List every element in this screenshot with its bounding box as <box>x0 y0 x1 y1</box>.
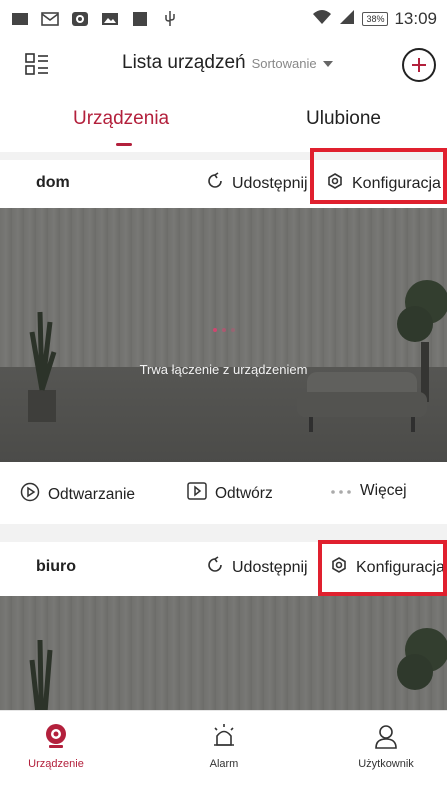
preview-overlay <box>0 596 447 710</box>
more-button[interactable]: Więcej <box>330 482 407 500</box>
page-title: Lista urządzeń <box>122 52 246 73</box>
share-icon <box>206 556 224 579</box>
share-button[interactable]: Udostępnij <box>206 556 308 579</box>
device-name: dom <box>36 174 70 191</box>
loading-indicator <box>212 328 235 332</box>
play-square-icon <box>187 482 207 505</box>
header: Lista urządzeń Sortowanie <box>0 42 447 86</box>
loading-dot <box>212 328 217 332</box>
user-icon <box>374 723 398 752</box>
more-icon <box>330 482 352 500</box>
mail-icon <box>40 10 60 28</box>
sort-label: Sortowanie <box>251 56 317 71</box>
clock: 13:09 <box>394 9 437 28</box>
share-icon <box>206 172 224 195</box>
sort-dropdown[interactable]: Sortowanie <box>252 56 333 71</box>
tab-bar: Urządzenia Ulubione <box>0 100 447 152</box>
add-device-button[interactable] <box>402 48 436 82</box>
nav-devices[interactable]: Urządzenie <box>6 723 106 770</box>
bottom-navigation: Urządzenie Alarm Użytkownik <box>0 710 447 794</box>
share-button[interactable]: Udostępnij <box>206 172 308 195</box>
nav-user[interactable]: Użytkownik <box>336 723 436 770</box>
usb-icon <box>160 10 180 28</box>
camera-preview[interactable]: Trwa łączenie z urządzeniem <box>0 208 447 462</box>
camera-preview[interactable] <box>0 596 447 710</box>
alarm-icon <box>211 723 237 752</box>
playback-button[interactable]: Odtwarzanie <box>20 482 135 507</box>
app-square-icon <box>130 10 150 28</box>
preview-overlay <box>0 208 447 462</box>
tab-devices[interactable]: Urządzenia <box>73 108 169 130</box>
gallery-icon <box>100 10 120 28</box>
tab-favorites[interactable]: Ulubione <box>306 108 381 130</box>
play-circle-icon <box>20 482 40 507</box>
signal-icon <box>338 9 356 30</box>
chevron-down-icon <box>322 56 333 71</box>
tab-indicator <box>116 143 132 146</box>
menu-grid-icon[interactable] <box>24 52 50 78</box>
plus-icon <box>412 58 426 72</box>
device-actions: Odtwarzanie Odtwórz Więcej <box>0 462 447 524</box>
loading-dot <box>221 328 226 332</box>
nav-alarm[interactable]: Alarm <box>174 723 274 770</box>
device-name: biuro <box>36 558 76 575</box>
connecting-text: Trwa łączenie z urządzeniem <box>139 362 308 377</box>
battery-indicator: 38% <box>362 12 389 26</box>
notification-app-icon <box>10 10 30 28</box>
highlight-box <box>310 148 447 204</box>
camera-icon <box>44 723 68 752</box>
status-bar: 38% 13:09 <box>0 0 447 38</box>
wifi-icon <box>312 9 332 30</box>
camera-app-icon <box>70 10 90 28</box>
loading-dot <box>230 328 235 332</box>
play-button[interactable]: Odtwórz <box>187 482 273 505</box>
highlight-box <box>318 540 447 596</box>
